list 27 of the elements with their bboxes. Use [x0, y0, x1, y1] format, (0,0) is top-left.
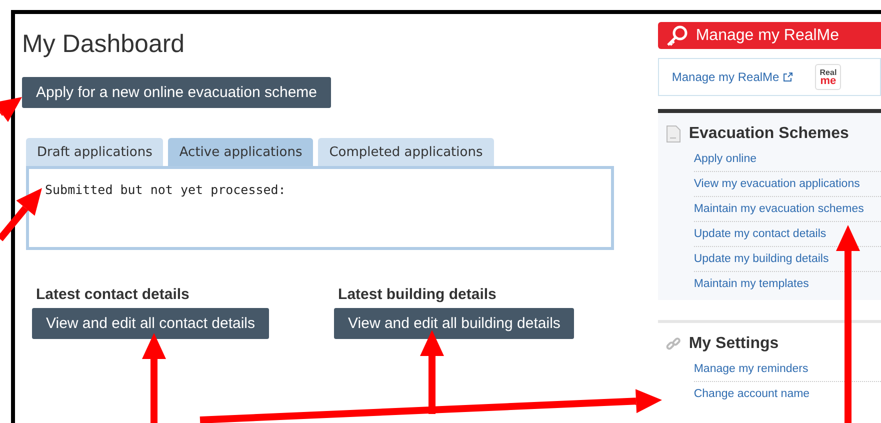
key-icon [666, 24, 688, 46]
sidebar-link[interactable]: Maintain my templates [694, 272, 881, 296]
tab[interactable]: Draft applications [26, 138, 164, 166]
document-icon [666, 125, 681, 143]
sidebar-link[interactable]: Change account name [694, 382, 881, 406]
tab[interactable]: Active applications [168, 138, 314, 166]
section-title: My Settings [688, 335, 779, 353]
sidebar-link[interactable]: Apply online [694, 147, 881, 172]
realme-button[interactable]: Manage my RealMe [658, 22, 881, 49]
status-text: Submitted but not yet processed: [45, 182, 286, 197]
sidebar-link[interactable]: Manage my reminders [694, 357, 881, 382]
edit-button[interactable]: View and edit all contact details [32, 308, 270, 339]
realme-link[interactable]: Manage my RealMe [672, 70, 794, 84]
tab[interactable]: Completed applications [318, 138, 494, 166]
apply-button[interactable]: Apply for a new online evacuation scheme [22, 77, 332, 108]
external-link-icon [783, 72, 794, 82]
sidebar-link[interactable]: View my evacuation applications [694, 172, 881, 197]
section-heading: Latest building details [337, 286, 496, 303]
section-heading: Latest contact details [35, 286, 190, 303]
realme-logo: Real me [815, 64, 842, 90]
page-title: My Dashboard [22, 30, 185, 59]
sidebar-link[interactable]: Maintain my evacuation schemes [694, 197, 881, 222]
edit-button[interactable]: View and edit all building details [334, 308, 574, 339]
section-title: Evacuation Schemes [688, 125, 849, 143]
arrow [0, 188, 42, 242]
link-icon [666, 336, 681, 352]
arrow [0, 97, 22, 122]
